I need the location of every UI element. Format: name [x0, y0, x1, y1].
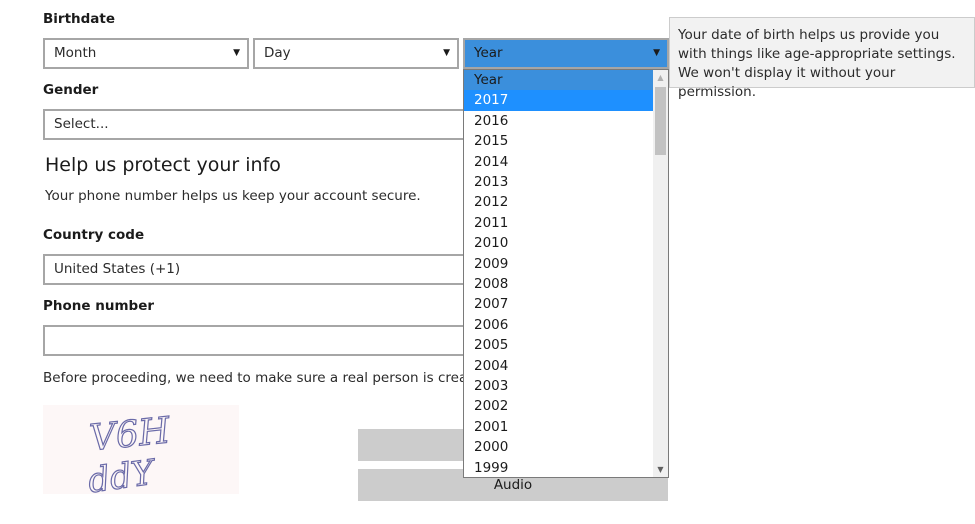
year-dropdown-list[interactable]: 1999 2000 2001 2002 2003 2004 2005 2006 2007 2008… — [463, 69, 669, 478]
audio-button-label: Audio — [493, 477, 533, 493]
year-option[interactable]: 2011 — [464, 213, 653, 233]
year-option-placeholder[interactable]: Year — [464, 70, 653, 91]
gender-label: Gender — [43, 82, 99, 98]
protect-description: Your phone number helps us keep your acc… — [45, 188, 421, 204]
year-option[interactable]: 2015 — [464, 131, 653, 151]
chevron-down-icon: ▼ — [653, 48, 660, 58]
year-option[interactable]: 2017 — [464, 90, 653, 111]
country-code-label: Country code — [43, 227, 145, 243]
year-select[interactable]: Year ▼ — [463, 38, 669, 69]
year-option[interactable]: 2010 — [464, 233, 653, 253]
year-option[interactable]: 2012 — [464, 192, 653, 212]
gender-select[interactable]: Select... — [43, 109, 483, 140]
year-option[interactable]: 2001 — [464, 417, 653, 437]
scroll-down-arrow-icon[interactable]: ▼ — [653, 462, 668, 477]
captcha-text-line1: V6H — [88, 410, 173, 459]
year-option[interactable]: 2009 — [464, 254, 653, 274]
year-option[interactable]: 2008 — [464, 274, 653, 294]
year-option[interactable]: 2014 — [464, 152, 653, 172]
scroll-up-arrow-icon[interactable]: ▲ — [653, 70, 668, 85]
phone-number-label: Phone number — [43, 298, 155, 314]
year-option[interactable]: 2004 — [464, 356, 653, 376]
day-select-value: Day — [264, 45, 291, 61]
year-select-value: Year — [474, 45, 503, 61]
country-code-value: United States (+1) — [54, 261, 181, 277]
year-option[interactable]: 2003 — [464, 376, 653, 396]
phone-number-input[interactable] — [43, 325, 483, 356]
chevron-down-icon: ▼ — [233, 48, 240, 58]
gender-select-value: Select... — [54, 116, 109, 132]
year-option[interactable]: 2007 — [464, 294, 653, 314]
year-option[interactable]: 2013 — [464, 172, 653, 192]
birthdate-label: Birthdate — [43, 11, 116, 27]
month-select[interactable]: Month ▼ — [43, 38, 249, 69]
day-select[interactable]: Day ▼ — [253, 38, 459, 69]
year-option[interactable]: 2000 — [464, 437, 653, 457]
dropdown-scrollbar[interactable]: ▲ ▼ — [653, 70, 668, 477]
scrollbar-thumb[interactable] — [655, 87, 666, 155]
month-select-value: Month — [54, 45, 97, 61]
birthdate-tooltip: Your date of birth helps us provide you … — [669, 17, 975, 100]
verification-text: Before proceeding, we need to make sure … — [43, 370, 494, 386]
year-option[interactable]: 1999 — [464, 458, 653, 477]
chevron-down-icon: ▼ — [443, 48, 450, 58]
year-option[interactable]: 2002 — [464, 396, 653, 416]
country-code-select[interactable]: United States (+1) — [43, 254, 483, 285]
protect-heading: Help us protect your info — [45, 154, 281, 176]
year-option[interactable]: 2016 — [464, 111, 653, 131]
signup-form-page: Birthdate Month ▼ Day ▼ Year ▼ Your date… — [0, 0, 975, 524]
captcha-image: V6H ddY — [43, 405, 239, 502]
year-option[interactable]: 2006 — [464, 315, 653, 335]
year-option[interactable]: 2005 — [464, 335, 653, 355]
